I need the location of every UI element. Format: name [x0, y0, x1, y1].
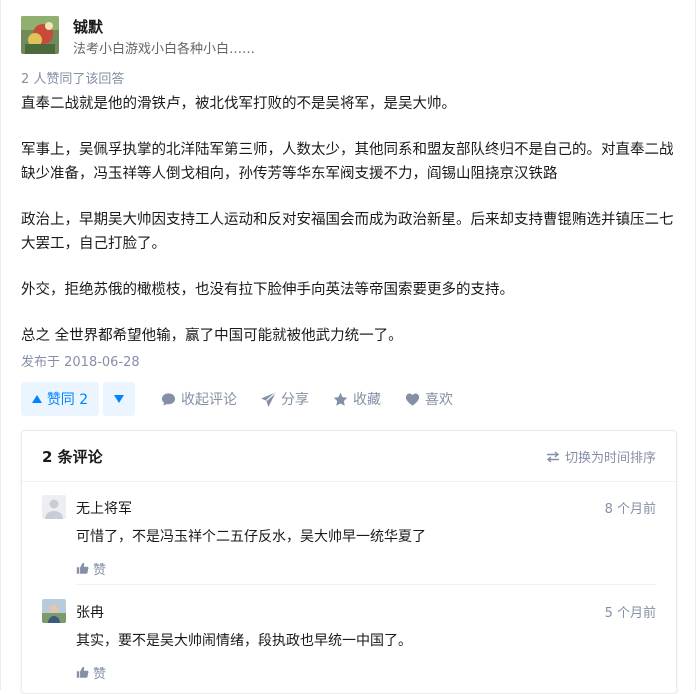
- thumbs-up-icon: [76, 666, 89, 679]
- comment-text: 其实，要不是吴大帅闹情绪，段执政也早统一中国了。: [76, 633, 412, 649]
- comment-like-label: 赞: [93, 563, 107, 578]
- comment-item: 无上将军 8 个月前 可惜了，不是冯玉祥个二五仔反水，吴大帅早一统华夏了 赞: [42, 495, 656, 578]
- answer-paragraph: 政治上，早期吴大帅因支持工人运动和反对安福国会而成为政治新星。后来却支持曹锟贿选…: [21, 212, 674, 252]
- comment-item: 张冉 5 个月前 其实，要不是吴大帅闹情绪，段执政也早统一中国了。 赞: [42, 599, 656, 682]
- answer-action-bar: 赞同 2 收起评论 分享 收藏 喜欢: [21, 382, 681, 416]
- sort-toggle-label: 切换为时间排序: [564, 451, 656, 466]
- share-button[interactable]: 分享: [261, 382, 309, 416]
- comments-panel: 2 条评论 切换为时间排序 无上将军 8 个月前 可惜了，不是冯玉祥个二五仔反水…: [21, 430, 677, 694]
- comment-like-button[interactable]: 赞: [76, 663, 106, 682]
- favorite-label: 收藏: [353, 392, 381, 408]
- comment-like-button[interactable]: 赞: [76, 559, 106, 578]
- comment-bubble-icon: [161, 392, 176, 407]
- comments-header: 2 条评论 切换为时间排序: [22, 431, 676, 482]
- author-avatar[interactable]: [21, 16, 59, 54]
- comment-time: 5 个月前: [604, 606, 656, 621]
- triangle-up-icon: [31, 395, 42, 403]
- comment-author[interactable]: 无上将军: [76, 498, 132, 518]
- vote-count-line[interactable]: 2 人赞同了该回答: [21, 68, 124, 87]
- answer-paragraph: 总之 全世界都希望他输，赢了中国可能就被他武力统一了。: [21, 328, 403, 344]
- collapse-comments-label: 收起评论: [181, 392, 237, 408]
- star-icon: [333, 392, 348, 407]
- triangle-down-icon: [114, 395, 124, 403]
- thumbs-up-icon: [76, 562, 89, 575]
- comment-like-label: 赞: [93, 667, 107, 682]
- paper-plane-icon: [261, 392, 276, 407]
- heart-icon: [405, 392, 420, 407]
- like-label: 喜欢: [425, 392, 453, 408]
- collapse-comments-button[interactable]: 收起评论: [161, 382, 237, 416]
- answer-paragraph: 直奉二战就是他的滑铁卢，被北伐军打败的不是吴将军，是吴大帅。: [21, 96, 456, 112]
- vote-down-button[interactable]: [103, 382, 135, 416]
- comment-divider: [76, 584, 656, 585]
- author-name[interactable]: 铖默: [73, 16, 103, 37]
- comment-text: 可惜了，不是冯玉祥个二五仔反水，吴大帅早一统华夏了: [76, 529, 426, 545]
- comment-avatar[interactable]: [42, 495, 66, 519]
- published-date[interactable]: 发布于 2018-06-28: [21, 351, 140, 370]
- answer-paragraph: 外交，拒绝苏俄的橄榄枝，也没有拉下脸伸手向英法等帝国索要更多的支持。: [21, 282, 514, 298]
- share-label: 分享: [281, 392, 309, 408]
- comment-author[interactable]: 张冉: [76, 602, 104, 622]
- comment-time: 8 个月前: [604, 502, 656, 517]
- answer-paragraph: 军事上，吴佩孚执掌的北洋陆军第三师，人数太少，其他同系和盟友部队终归不是自己的。…: [21, 142, 674, 182]
- switch-arrows-icon: [546, 450, 560, 463]
- answer-content: 直奉二战就是他的滑铁卢，被北伐军打败的不是吴将军，是吴大帅。 军事上，吴佩孚执掌…: [21, 92, 676, 348]
- favorite-button[interactable]: 收藏: [333, 382, 381, 416]
- vote-up-label: 赞同 2: [46, 392, 89, 408]
- comment-avatar[interactable]: [42, 599, 66, 623]
- author-bio: 法考小白游戏小白各种小白……: [73, 42, 256, 57]
- vote-up-button[interactable]: 赞同 2: [21, 382, 99, 416]
- sort-toggle-button[interactable]: 切换为时间排序: [546, 447, 656, 466]
- comments-count-title: 2 条评论: [42, 448, 103, 466]
- like-button[interactable]: 喜欢: [405, 382, 453, 416]
